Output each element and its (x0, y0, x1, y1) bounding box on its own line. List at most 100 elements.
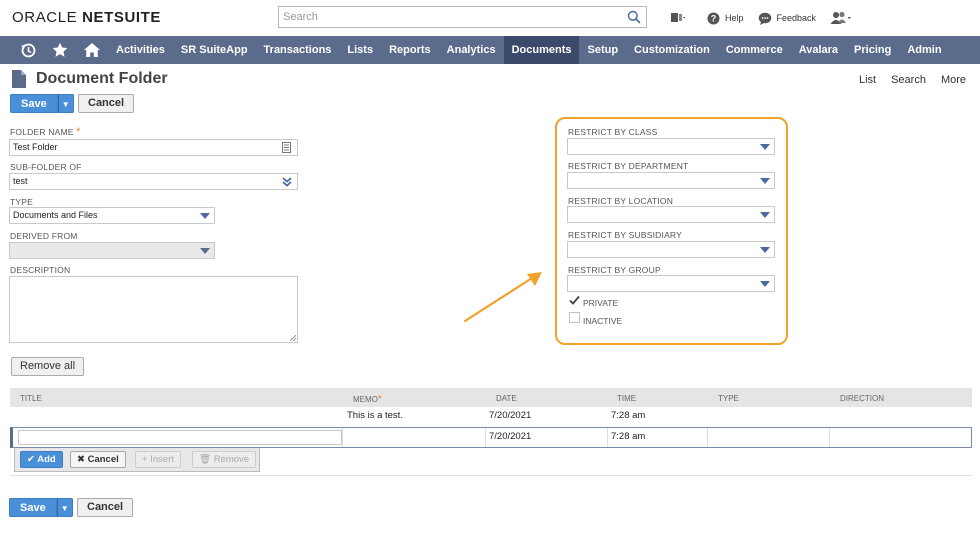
col-memo: MEMO* (353, 394, 382, 405)
global-search (278, 6, 647, 28)
private-label: PRIVATE (583, 298, 619, 308)
svg-text:?: ? (711, 13, 717, 23)
page-title: Document Folder (36, 70, 168, 87)
sub-folder-field[interactable]: test (9, 173, 298, 190)
edit-cell-direction[interactable] (830, 428, 970, 447)
checkmark-icon (569, 295, 580, 305)
star-icon (52, 42, 68, 57)
recent-records-menu[interactable] (670, 12, 693, 24)
restrict-department-label: RESTRICT BY DEPARTMENT (568, 161, 689, 171)
col-time: TIME (617, 394, 637, 403)
table-edit-row: 7/20/2021 7:28 am (10, 427, 972, 448)
edit-cell-date[interactable]: 7/20/2021 (486, 428, 608, 447)
row-action-bar: ✔ Add ✖ Cancel + Insert 🗑 Remove (14, 448, 260, 472)
nav-customization[interactable]: Customization (626, 36, 718, 64)
logo-oracle: ORACLE (12, 9, 83, 26)
folder-name-field[interactable]: Test Folder (9, 139, 298, 156)
global-search-input[interactable] (279, 7, 619, 27)
description-textarea[interactable] (9, 276, 298, 343)
restrict-group-label: RESTRICT BY GROUP (568, 265, 661, 275)
help-link[interactable]: ? Help (707, 12, 744, 25)
plus-icon: + (142, 454, 148, 465)
list-link[interactable]: List (859, 74, 876, 86)
nav-favorites[interactable] (44, 36, 76, 64)
users-icon (830, 11, 852, 24)
insert-row-button[interactable]: + Insert (135, 451, 181, 468)
restrict-department-select[interactable] (567, 172, 775, 189)
nav-lists[interactable]: Lists (339, 36, 381, 64)
col-date: DATE (496, 394, 517, 403)
inactive-checkbox[interactable] (569, 312, 580, 323)
double-chevron-down-icon[interactable] (282, 177, 292, 187)
required-asterisk: * (76, 126, 81, 138)
top-bar: ORACLE NETSUITE ? Help Feedback (0, 0, 980, 36)
cancel-button-top[interactable]: Cancel (78, 94, 135, 113)
search-icon[interactable] (627, 10, 641, 24)
remove-all-button[interactable]: Remove all (11, 357, 85, 376)
chevron-down-icon (760, 212, 770, 218)
remove-row-label: Remove (213, 454, 250, 465)
add-row-label: Add (37, 454, 56, 465)
history-icon (21, 43, 36, 58)
chevron-down-icon (760, 178, 770, 184)
nav-transactions[interactable]: Transactions (256, 36, 340, 64)
title-input[interactable] (18, 430, 342, 445)
resize-handle-icon[interactable] (290, 335, 296, 341)
table-row[interactable]: This is a test. 7/20/2021 7:28 am (10, 407, 972, 426)
nav-commerce[interactable]: Commerce (718, 36, 791, 64)
restrict-class-label: RESTRICT BY CLASS (568, 127, 658, 137)
edit-date-value: 7/20/2021 (489, 431, 532, 442)
nav-reports[interactable]: Reports (381, 36, 439, 64)
chevron-down-icon (760, 144, 770, 150)
restrict-group-select[interactable] (567, 275, 775, 292)
cell-date: 7/20/2021 (489, 410, 532, 421)
nav-avalara[interactable]: Avalara (791, 36, 846, 64)
inactive-label: INACTIVE (583, 316, 623, 326)
restrict-location-select[interactable] (567, 206, 775, 223)
nav-setup[interactable]: Setup (579, 36, 626, 64)
sub-folder-value: test (13, 176, 28, 186)
edit-cell-title (13, 428, 343, 447)
restrict-class-select[interactable] (567, 138, 775, 155)
folder-name-value: Test Folder (13, 142, 58, 152)
type-select[interactable]: Documents and Files (9, 207, 215, 224)
edit-cell-type[interactable] (708, 428, 830, 447)
restrict-subsidiary-select[interactable] (567, 241, 775, 258)
save-button-top: Save ▼ (10, 94, 74, 113)
cancel-row-label: Cancel (87, 454, 119, 465)
remove-row-button[interactable]: 🗑 Remove (192, 451, 257, 468)
cell-time: 7:28 am (611, 410, 646, 421)
user-menu[interactable] (830, 11, 857, 25)
edit-cell-memo[interactable] (343, 428, 486, 447)
nav-admin[interactable]: Admin (899, 36, 949, 64)
save-button-bottom-main[interactable]: Save (9, 498, 57, 517)
nav-home[interactable] (76, 36, 108, 64)
feedback-link[interactable]: Feedback (758, 12, 816, 25)
nav-recent[interactable] (12, 36, 44, 64)
help-label: Help (725, 13, 744, 23)
search-link[interactable]: Search (891, 74, 926, 86)
nav-sr-suiteapp[interactable]: SR SuiteApp (173, 36, 256, 64)
more-link[interactable]: More (941, 74, 966, 86)
sub-folder-label: SUB-FOLDER OF (10, 162, 82, 172)
private-checkbox[interactable] (569, 295, 580, 306)
nav-analytics[interactable]: Analytics (439, 36, 504, 64)
cancel-button-bottom[interactable]: Cancel (77, 498, 134, 517)
trash-icon: 🗑 (199, 454, 212, 465)
required-asterisk: * (377, 394, 382, 405)
check-icon: ✔ (27, 454, 35, 465)
add-row-button[interactable]: ✔ Add (20, 451, 63, 468)
save-menu-arrow-bottom[interactable]: ▼ (56, 498, 73, 517)
save-menu-arrow-top[interactable]: ▼ (57, 94, 74, 113)
edit-cell-time[interactable]: 7:28 am (608, 428, 708, 447)
nav-documents[interactable]: Documents (503, 36, 580, 64)
save-button-top-main[interactable]: Save (10, 94, 58, 113)
field-help-icon[interactable] (282, 142, 291, 153)
x-icon: ✖ (77, 454, 85, 465)
nav-activities[interactable]: Activities (108, 36, 173, 64)
save-button-bottom: Save ▼ (9, 498, 73, 517)
restrict-subsidiary-label: RESTRICT BY SUBSIDIARY (568, 230, 682, 240)
netsuite-logo[interactable]: ORACLE NETSUITE (12, 9, 161, 26)
cancel-row-button[interactable]: ✖ Cancel (70, 451, 126, 468)
nav-pricing[interactable]: Pricing (846, 36, 899, 64)
